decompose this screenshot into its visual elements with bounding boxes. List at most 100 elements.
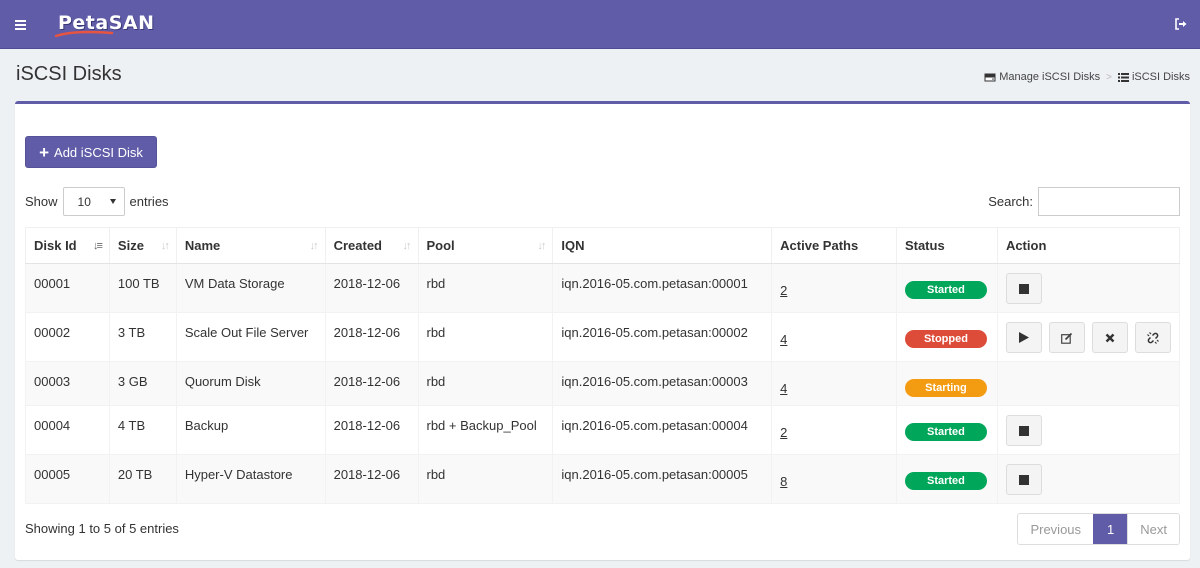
sort-asc-icon: ↓≡ xyxy=(92,240,103,252)
cell-active-paths: 8 xyxy=(771,454,897,504)
table-row: 00005 20 TB Hyper-V Datastore 2018-12-06 rbd… xyxy=(25,454,1181,504)
table-info: Showing 1 to 5 of 5 entries xyxy=(25,521,179,536)
sign-out-icon[interactable] xyxy=(1174,17,1188,31)
column-header-iqn: IQN xyxy=(552,227,773,264)
column-header-name[interactable]: Name ↓↑ xyxy=(175,227,326,264)
cell-size: 3 GB xyxy=(108,361,177,406)
cell-iqn: iqn.2016-05.com.petasan:00001 xyxy=(552,263,773,313)
sort-icon: ↓↑ xyxy=(160,240,170,252)
stop-icon xyxy=(1018,425,1029,436)
search-input[interactable] xyxy=(1038,187,1180,216)
cell-active-paths: 4 xyxy=(771,361,897,406)
cell-action xyxy=(996,454,1181,504)
play-button[interactable] xyxy=(1005,322,1042,353)
logo-swoosh-icon xyxy=(54,30,114,38)
column-header-size[interactable]: Size ↓↑ xyxy=(108,227,177,264)
status-badge: Starting xyxy=(904,379,987,397)
cell-iqn: iqn.2016-05.com.petasan:00002 xyxy=(552,312,773,362)
status-badge: Started xyxy=(904,472,987,490)
cell-pool: rbd xyxy=(417,454,554,504)
cell-iqn: iqn.2016-05.com.petasan:00004 xyxy=(552,405,773,455)
active-paths-link[interactable]: 4 xyxy=(780,381,787,396)
cell-disk-id: 00005 xyxy=(25,454,110,504)
top-navbar: PetaSAN xyxy=(0,0,1200,49)
add-button-label: Add iSCSI Disk xyxy=(54,144,143,160)
active-paths-link[interactable]: 4 xyxy=(780,332,787,347)
cell-size: 100 TB xyxy=(108,263,177,313)
column-header-created[interactable]: Created ↓↑ xyxy=(324,227,419,264)
cell-created: 2018-12-06 xyxy=(324,405,419,455)
page-1-button[interactable]: 1 xyxy=(1093,514,1128,544)
cell-disk-id: 00004 xyxy=(25,405,110,455)
row-actions xyxy=(1005,464,1171,495)
previous-page-button[interactable]: Previous xyxy=(1018,514,1094,544)
caret-down-icon xyxy=(109,199,116,204)
hdd-icon xyxy=(984,73,996,81)
cell-name: Quorum Disk xyxy=(175,361,326,406)
cell-status: Started xyxy=(895,263,998,313)
cell-pool: rbd xyxy=(417,312,554,362)
breadcrumb-label: iSCSI Disks xyxy=(1131,71,1190,83)
cell-status: Starting xyxy=(895,361,998,406)
table-row: 00004 4 TB Backup 2018-12-06 rbd + Backup_Po… xyxy=(25,405,1181,455)
next-page-button[interactable]: Next xyxy=(1127,514,1179,544)
breadcrumb: Manage iSCSI Disks > iSCSI Disks xyxy=(984,71,1190,83)
cell-size: 4 TB xyxy=(108,405,177,455)
breadcrumb-item-manage-iscsi-disks[interactable]: Manage iSCSI Disks xyxy=(984,71,1100,83)
stop-icon xyxy=(1018,283,1029,294)
cell-size: 3 TB xyxy=(108,312,177,362)
breadcrumb-label: Manage iSCSI Disks xyxy=(999,71,1101,83)
stop-button[interactable] xyxy=(1005,464,1042,495)
cell-action xyxy=(996,361,1181,406)
add-iscsi-disk-button[interactable]: + Add iSCSI Disk xyxy=(25,136,157,168)
cell-iqn: iqn.2016-05.com.petasan:00005 xyxy=(552,454,773,504)
stop-button[interactable] xyxy=(1005,415,1042,446)
search-control: Search: xyxy=(988,187,1180,216)
table-row: 00003 3 GB Quorum Disk 2018-12-06 rbd iqn.201… xyxy=(25,361,1181,406)
disks-table: Disk Id ↓≡ Size ↓↑ Name ↓↑ Created ↓↑ Pool ↓↑… xyxy=(25,227,1181,504)
page-length-select[interactable]: 10 xyxy=(62,187,125,216)
cell-created: 2018-12-06 xyxy=(324,263,419,313)
cell-created: 2018-12-06 xyxy=(324,312,419,362)
cell-pool: rbd xyxy=(417,361,554,406)
plus-icon: + xyxy=(39,142,50,162)
status-badge: Started xyxy=(904,281,987,299)
cell-action xyxy=(996,405,1181,455)
active-paths-link[interactable]: 2 xyxy=(780,425,787,440)
column-header-status: Status xyxy=(895,227,998,264)
stop-button[interactable] xyxy=(1005,273,1042,304)
page-length-control: Show 10 entries xyxy=(25,187,169,216)
sort-icon: ↓↑ xyxy=(309,240,319,252)
table-row: 00002 3 TB Scale Out File Server 2018-12-06… xyxy=(25,312,1181,362)
page-length-value: 10 xyxy=(77,194,91,209)
cell-status: Started xyxy=(895,405,998,455)
breadcrumb-item-iscsi-disks: iSCSI Disks xyxy=(1117,71,1190,83)
play-icon xyxy=(1018,332,1029,343)
delete-icon xyxy=(1105,333,1115,343)
column-header-pool[interactable]: Pool ↓↑ xyxy=(417,227,554,264)
cell-action xyxy=(996,263,1181,313)
cell-disk-id: 00001 xyxy=(25,263,110,313)
delete-button[interactable] xyxy=(1091,322,1128,353)
row-actions xyxy=(1005,322,1171,353)
hamburger-icon[interactable] xyxy=(0,0,40,49)
cell-disk-id: 00003 xyxy=(25,361,110,406)
cell-iqn: iqn.2016-05.com.petasan:00003 xyxy=(552,361,773,406)
edit-button[interactable] xyxy=(1048,322,1085,353)
cell-created: 2018-12-06 xyxy=(324,361,419,406)
cell-pool: rbd + Backup_Pool xyxy=(417,405,554,455)
column-header-disk-id[interactable]: Disk Id ↓≡ xyxy=(25,227,110,264)
pagination: Previous 1 Next xyxy=(1017,513,1180,545)
petasan-logo[interactable]: PetaSAN xyxy=(54,8,168,40)
cell-created: 2018-12-06 xyxy=(324,454,419,504)
status-badge: Stopped xyxy=(904,330,987,348)
active-paths-link[interactable]: 8 xyxy=(780,474,787,489)
stop-icon xyxy=(1018,474,1029,485)
cell-status: Stopped xyxy=(895,312,998,362)
sort-icon: ↓↑ xyxy=(402,240,412,252)
show-label: Show xyxy=(25,194,58,209)
cell-status: Started xyxy=(895,454,998,504)
cell-name: Backup xyxy=(175,405,326,455)
detach-button[interactable] xyxy=(1134,322,1171,353)
active-paths-link[interactable]: 2 xyxy=(780,283,787,298)
